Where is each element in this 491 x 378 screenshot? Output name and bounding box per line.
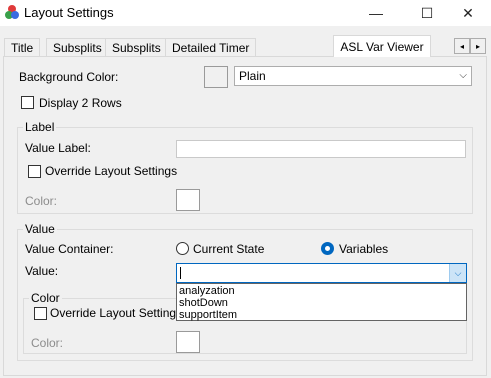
value-container-label: Value Container:	[25, 242, 114, 256]
chevron-down-icon: ⌵	[459, 70, 467, 81]
tab-subsplits-1[interactable]: Subsplits	[46, 38, 109, 56]
background-color-label: Background Color:	[19, 70, 119, 84]
close-icon: ✕	[462, 4, 474, 21]
text-caret	[180, 267, 181, 279]
label-group-title: Label	[23, 120, 57, 134]
display-2-rows-label: Display 2 Rows	[39, 96, 122, 110]
radio-variables-label: Variables	[339, 242, 389, 256]
value-override-checkbox[interactable]	[34, 307, 47, 320]
tab-scroll-left-button[interactable]: ◂	[454, 38, 470, 54]
value-label-label: Value Label:	[25, 141, 91, 155]
dropdown-option-shotdown[interactable]: shotDown	[177, 297, 466, 309]
tab-asl-var-viewer[interactable]: ASL Var Viewer	[333, 35, 431, 57]
tab-subsplits-2[interactable]: Subsplits	[105, 38, 168, 56]
value-label: Value:	[25, 264, 59, 278]
maximize-button[interactable]: ☐	[404, 0, 450, 26]
label-color-swatch[interactable]	[176, 189, 200, 211]
chevron-right-icon: ▸	[475, 41, 480, 51]
app-logo-icon	[5, 5, 19, 19]
maximize-icon: ☐	[420, 4, 434, 21]
value-label-input[interactable]	[176, 140, 466, 158]
close-button[interactable]: ✕	[445, 0, 491, 26]
radio-current-state-label: Current State	[193, 242, 265, 256]
background-type-value: Plain	[239, 69, 266, 83]
label-override-label: Override Layout Settings	[45, 164, 178, 178]
value-dropdown-button[interactable]: ⌵	[449, 264, 466, 282]
chevron-left-icon: ◂	[459, 41, 464, 51]
label-override-checkbox[interactable]	[28, 165, 41, 178]
value-group-title: Value	[23, 222, 57, 236]
value-color-group-title: Color	[29, 291, 62, 305]
value-combobox[interactable]: ⌵	[176, 263, 467, 283]
window-title: Layout Settings	[24, 5, 114, 20]
dropdown-option-analyzation[interactable]: analyzation	[177, 285, 466, 297]
value-override-label: Override Layout Settings	[50, 306, 183, 320]
tab-title[interactable]: Title	[4, 38, 41, 56]
label-color-label: Color:	[25, 194, 58, 208]
radio-variables[interactable]	[321, 242, 334, 255]
chevron-down-icon: ⌵	[454, 267, 462, 278]
dropdown-option-supportitem[interactable]: supportItem	[177, 309, 466, 321]
minimize-icon: —	[369, 5, 383, 21]
value-dropdown-list: analyzation shotDown supportItem	[176, 283, 467, 321]
tab-scroll-right-button[interactable]: ▸	[470, 38, 486, 54]
value-color-swatch[interactable]	[176, 331, 200, 353]
value-color-label: Color:	[31, 336, 64, 350]
tab-detailed-timer[interactable]: Detailed Timer	[165, 38, 257, 56]
minimize-button[interactable]: —	[353, 0, 399, 26]
background-type-select[interactable]: Plain ⌵	[234, 66, 472, 86]
radio-current-state[interactable]	[176, 242, 189, 255]
display-2-rows-checkbox[interactable]	[21, 96, 34, 109]
background-color-swatch[interactable]	[204, 66, 228, 88]
